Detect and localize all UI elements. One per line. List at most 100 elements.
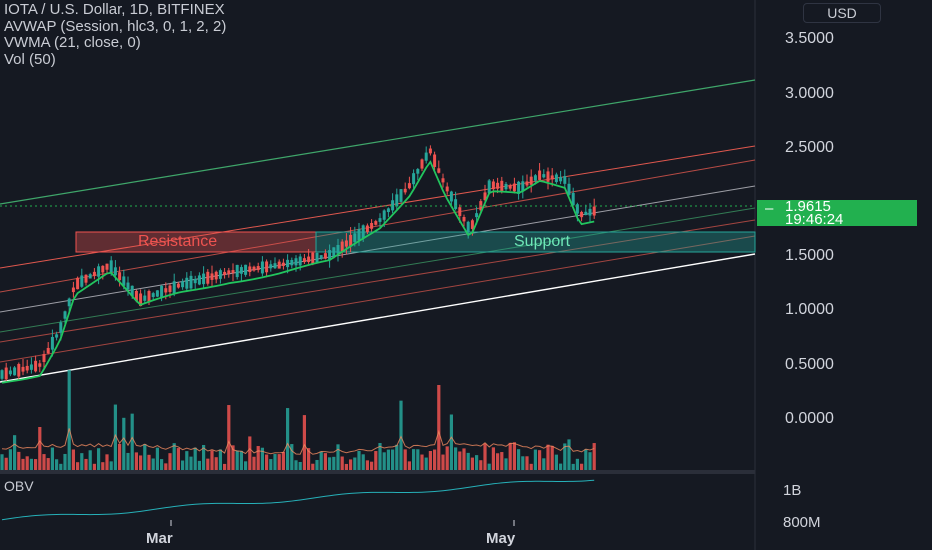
candle-body <box>554 174 558 183</box>
candle-body <box>160 285 164 298</box>
volume-bar <box>265 454 269 470</box>
candle-body <box>189 275 193 289</box>
volume-bar <box>386 449 390 470</box>
candle-body <box>466 221 470 232</box>
volume-bar <box>336 444 340 470</box>
volume-bar <box>382 452 386 470</box>
volume-bar <box>365 460 369 470</box>
candle-body <box>290 259 294 266</box>
volume-bar <box>584 449 588 470</box>
volume-bar <box>315 459 319 470</box>
volume-bar <box>46 458 50 470</box>
volume-bar <box>483 443 487 470</box>
candle-body <box>29 364 33 370</box>
candle-body <box>454 199 458 209</box>
volume-bar <box>277 454 281 470</box>
volume-bar <box>454 447 458 470</box>
volume-bar <box>298 461 302 470</box>
candle-body <box>218 270 222 279</box>
candle-body <box>277 261 281 269</box>
bar-countdown: 19:46:24 <box>785 211 844 228</box>
candle-body <box>592 206 596 216</box>
volume-bar <box>172 443 176 470</box>
candle-body <box>370 223 374 229</box>
candle-body <box>34 360 38 372</box>
volume-bar <box>441 454 445 470</box>
volume-bar <box>13 435 17 470</box>
candle-body <box>580 211 584 218</box>
volume-bar <box>29 458 33 470</box>
volume-bar <box>281 451 285 470</box>
volume-bar <box>97 448 101 470</box>
volume-bar <box>302 415 306 470</box>
volume-bar <box>248 436 252 470</box>
candle-body <box>307 256 311 262</box>
volume-bar <box>433 449 437 470</box>
price-chart[interactable] <box>0 0 932 550</box>
volume-bar <box>269 459 273 470</box>
candle-body <box>365 225 369 233</box>
volume-bar <box>517 449 521 470</box>
volume-bar <box>294 460 298 470</box>
candle-body <box>508 185 512 189</box>
volume-bar <box>311 463 315 470</box>
volume-bar <box>122 417 126 470</box>
volume-bar <box>428 450 432 470</box>
candle-body <box>395 194 399 207</box>
candle-body <box>441 178 445 183</box>
volume-bar <box>487 463 491 470</box>
candle-body <box>84 274 88 283</box>
obv-indicator-label[interactable]: OBV <box>4 478 34 494</box>
time-axis-label: Mar <box>146 530 173 547</box>
candle-body <box>50 336 54 350</box>
volume-bar <box>353 457 357 470</box>
volume-bar <box>559 463 563 470</box>
volume-bar <box>391 449 395 470</box>
candle-body <box>525 181 529 186</box>
candle-body <box>563 176 567 184</box>
candle-body <box>412 173 416 185</box>
volume-bar <box>571 463 575 470</box>
volume-bar <box>328 457 332 470</box>
candle-body <box>538 170 542 180</box>
volume-bar <box>475 455 479 470</box>
vwma-indicator-label[interactable]: VWMA (21, close, 0) <box>4 34 226 52</box>
candle-body <box>391 200 395 211</box>
candle-body <box>433 154 437 167</box>
candle-body <box>273 263 277 269</box>
symbol-title[interactable]: IOTA / U.S. Dollar, 1D, BITFINEX <box>4 1 226 19</box>
candle-body <box>256 266 260 271</box>
candle-body <box>97 266 101 277</box>
volume-bar <box>4 457 8 470</box>
volume-bar <box>525 456 529 470</box>
candle-body <box>407 183 411 189</box>
candle-body <box>311 252 315 265</box>
candle-body <box>475 213 479 218</box>
volume-bar <box>239 450 243 470</box>
volume-indicator-label[interactable]: Vol (50) <box>4 51 226 69</box>
volume-bar <box>407 461 411 470</box>
candle-body <box>80 275 84 287</box>
price-axis-label: 1.5000 <box>785 247 834 264</box>
candle-body <box>168 285 172 292</box>
avwap-indicator-label[interactable]: AVWAP (Session, hlc3, 0, 1, 2, 2) <box>4 18 226 36</box>
candle-body <box>126 282 130 290</box>
volume-bar <box>71 449 75 470</box>
vwma-line <box>1 160 595 384</box>
candle-body <box>550 175 554 180</box>
volume-bar <box>63 453 67 470</box>
volume-bar <box>109 461 113 470</box>
volume-bar <box>416 449 420 470</box>
candle-body <box>462 216 466 222</box>
volume-bar <box>319 451 323 470</box>
volume-bar <box>80 453 84 470</box>
candle-body <box>336 244 340 254</box>
candle-body <box>71 287 75 293</box>
candle-body <box>13 367 17 376</box>
currency-selector[interactable]: USD <box>803 3 881 23</box>
candle-body <box>193 278 197 284</box>
candle-body <box>0 370 4 379</box>
candle-body <box>76 277 80 290</box>
volume-bar <box>223 463 227 470</box>
volume-bar <box>340 456 344 470</box>
